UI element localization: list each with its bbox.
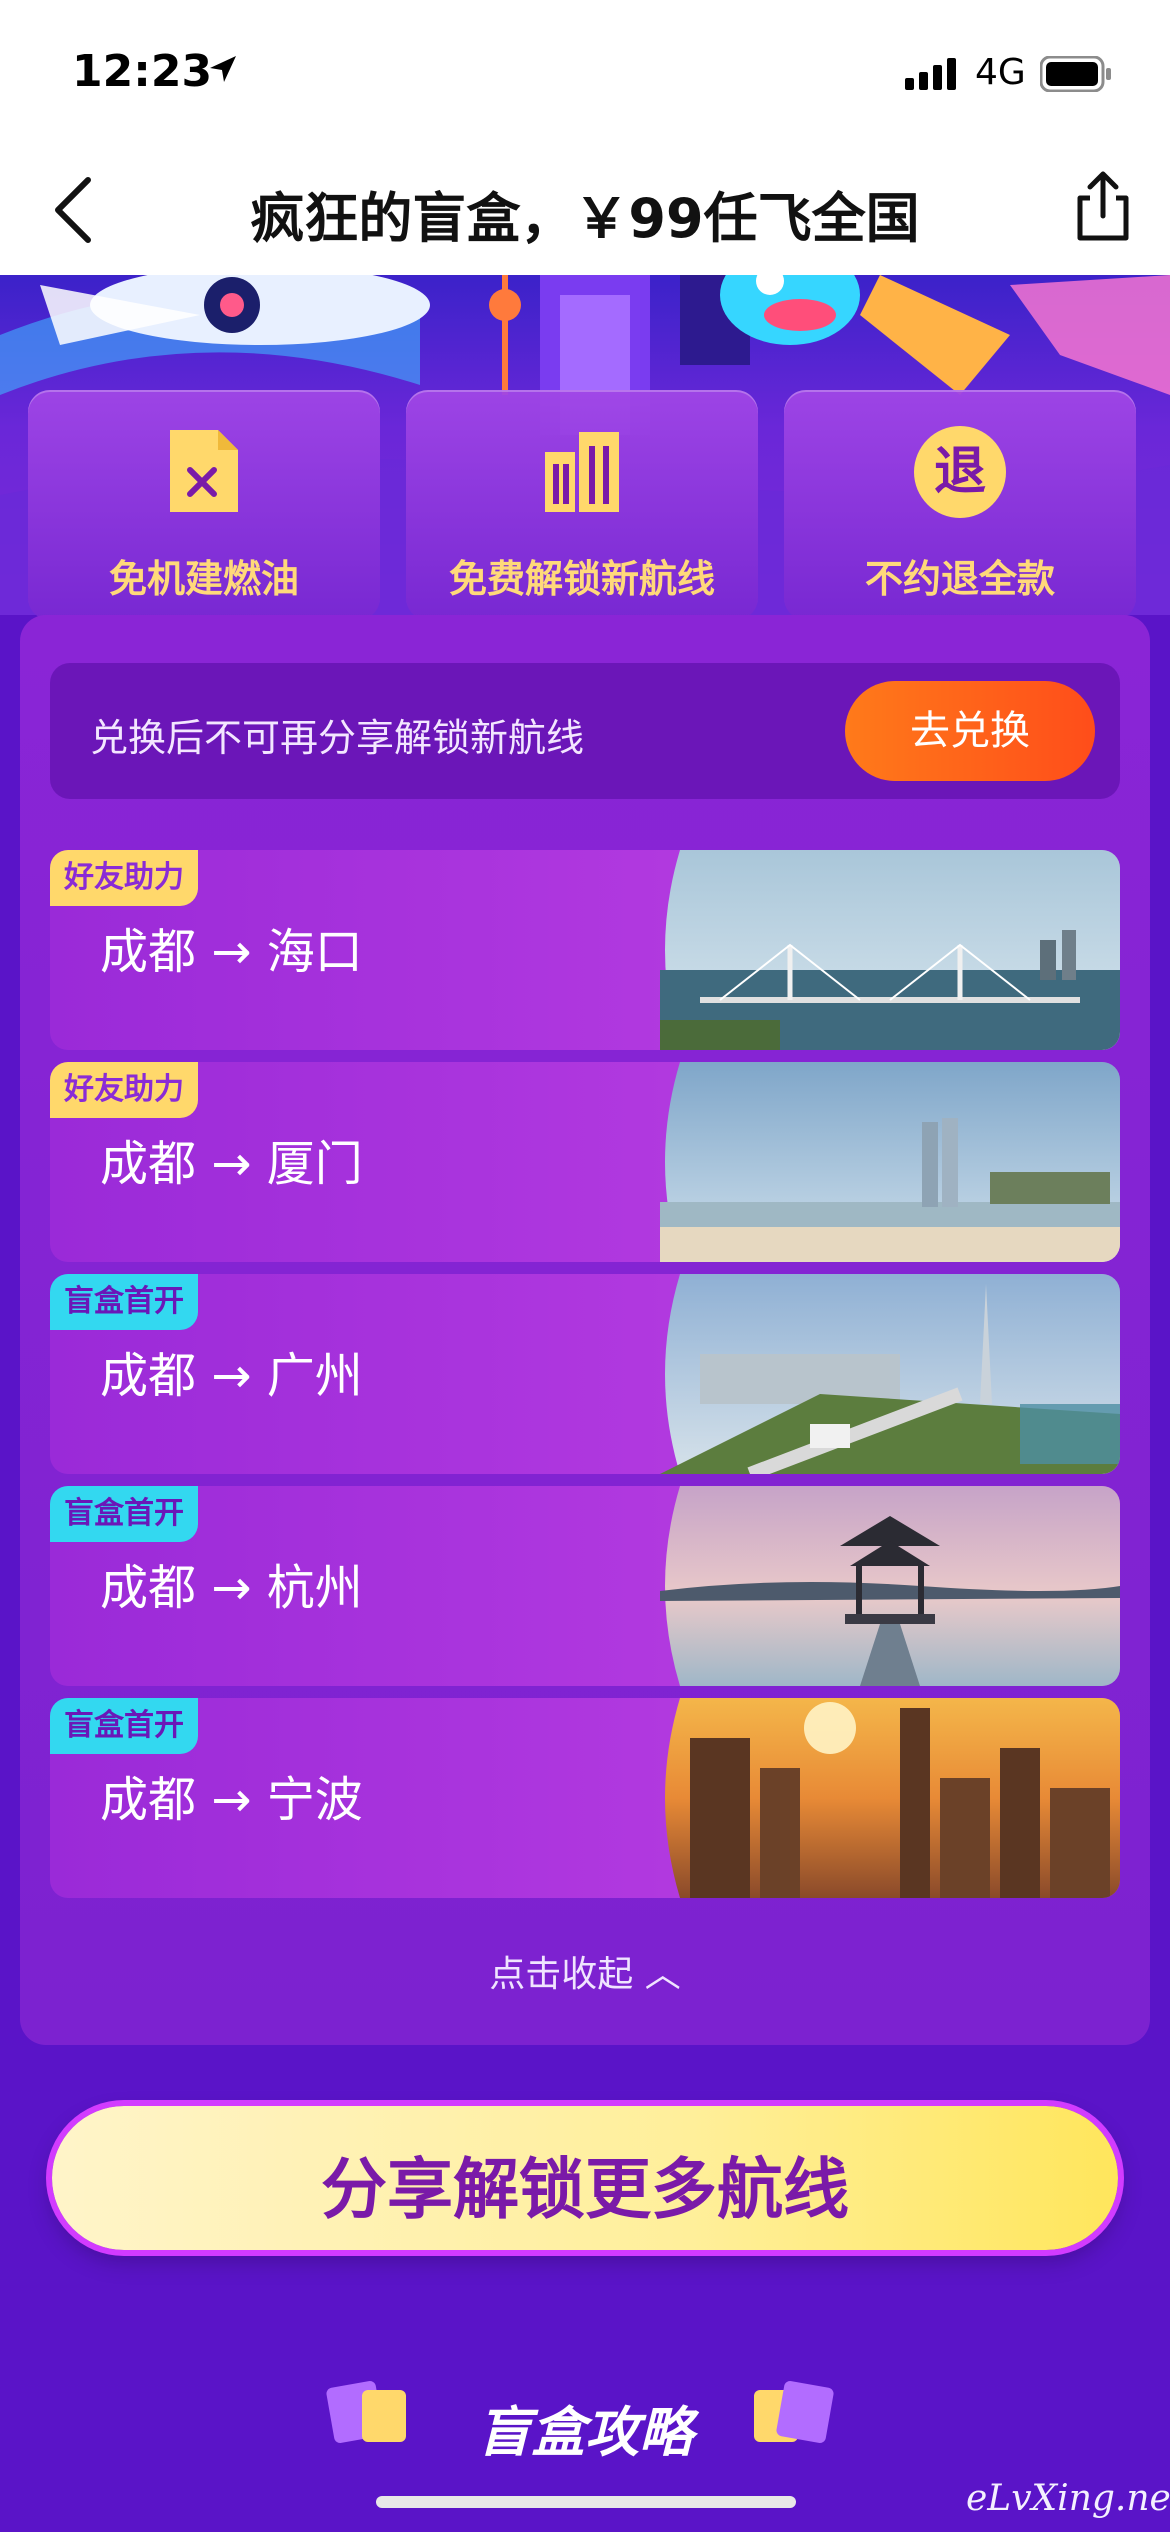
signal-icon <box>905 58 956 90</box>
route-card[interactable]: 盲盒首开 成都 → 宁波 <box>50 1698 1120 1898</box>
gift-box-icon <box>754 2381 834 2443</box>
route-card[interactable]: 盲盒首开 成都 → 广州 <box>50 1274 1120 1474</box>
share-button[interactable] <box>1068 166 1138 246</box>
navigation-bar: 疯狂的盲盒，￥99任飞全国 <box>0 140 1170 275</box>
twin-towers-photo <box>660 1062 1120 1262</box>
bridge-photo <box>660 850 1120 1050</box>
route-tag: 好友助力 <box>50 1062 198 1118</box>
redeem-bar: 兑换后不可再分享解锁新航线 去兑换 <box>50 663 1120 799</box>
feature-label: 免机建燃油 <box>108 557 299 601</box>
route-card[interactable]: 盲盒首开 成都 → 杭州 <box>50 1486 1120 1686</box>
canton-tower-photo <box>660 1274 1120 1474</box>
watermark: eLvXing.net <box>966 2478 1170 2519</box>
redeem-notice: 兑换后不可再分享解锁新航线 <box>90 716 585 760</box>
route-card[interactable]: 好友助力 成都 → 厦门 <box>50 1062 1120 1262</box>
feature-card-fuel: 免机建燃油 <box>28 390 380 620</box>
route-label: 成都 → 宁波 <box>100 1772 363 1828</box>
building-icon <box>545 432 619 512</box>
status-time: 12:23 <box>72 46 213 97</box>
route-tag: 好友助力 <box>50 850 198 906</box>
refund-icon: 退 <box>914 426 1006 518</box>
pavilion-lake-photo <box>660 1486 1120 1686</box>
location-arrow-icon <box>210 56 236 82</box>
feature-label: 不约退全款 <box>864 557 1055 601</box>
redeem-button[interactable]: 去兑换 <box>845 681 1095 781</box>
route-label: 成都 → 厦门 <box>100 1136 363 1192</box>
routes-panel: 兑换后不可再分享解锁新航线 去兑换 好友助力 成都 → 海口 好友助力 成都 →… <box>20 615 1150 2045</box>
network-label: 4G <box>975 52 1026 93</box>
guide-title: 盲盒攻略 <box>477 2401 693 2464</box>
share-unlock-button[interactable]: 分享解锁更多航线 <box>52 2106 1118 2250</box>
route-card[interactable]: 好友助力 成都 → 海口 <box>50 850 1120 1050</box>
feature-card-routes: 免费解锁新航线 <box>406 390 758 620</box>
share-unlock-label: 分享解锁更多航线 <box>321 2151 849 2228</box>
status-bar: 12:23 4G <box>0 0 1170 140</box>
city-sunset-photo <box>665 1698 1120 1898</box>
share-icon <box>1077 171 1129 241</box>
refund-icon-text: 退 <box>933 442 986 502</box>
route-label: 成都 → 海口 <box>100 924 363 980</box>
route-tag: 盲盒首开 <box>50 1274 198 1330</box>
route-label: 成都 → 杭州 <box>100 1560 363 1616</box>
route-tag: 盲盒首开 <box>50 1486 198 1542</box>
page-title: 疯狂的盲盒，￥99任飞全国 <box>250 187 920 250</box>
home-indicator[interactable] <box>376 2496 796 2508</box>
fuel-fee-icon <box>170 430 238 512</box>
route-label: 成都 → 广州 <box>100 1348 363 1404</box>
route-tag: 盲盒首开 <box>50 1698 198 1754</box>
feature-card-refund: 退 不约退全款 <box>784 390 1136 620</box>
feature-label: 免费解锁新航线 <box>448 557 715 601</box>
battery-icon <box>1040 56 1111 92</box>
collapse-button[interactable]: 点击收起 ︿ <box>20 1945 1150 1997</box>
